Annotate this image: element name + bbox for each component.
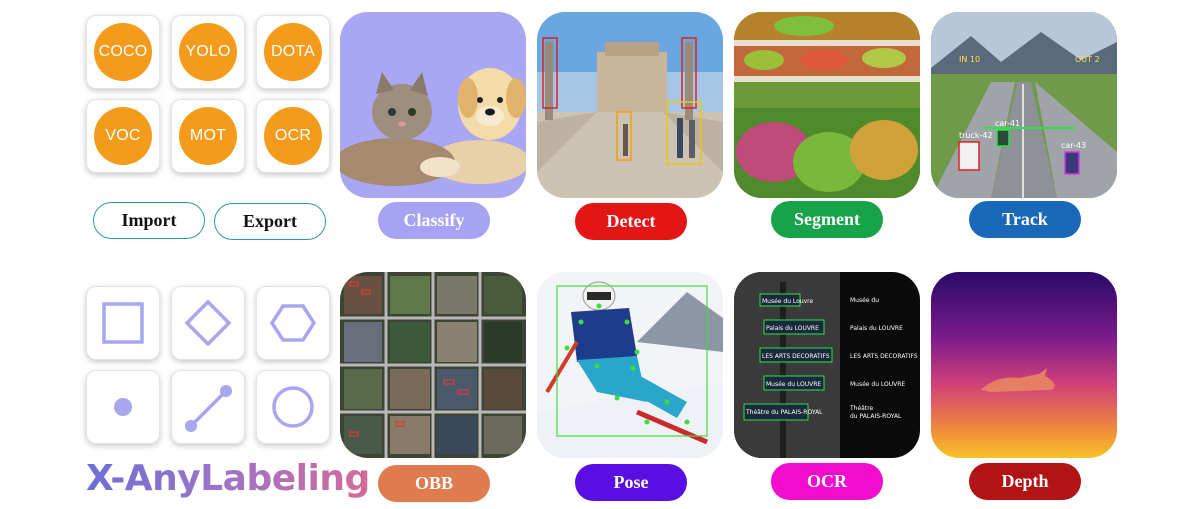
line-tool[interactable]	[171, 370, 245, 444]
ocr-sign: Palais du LOUVRE	[766, 325, 819, 332]
ocr-text: Théâtre	[849, 405, 874, 412]
rotation-tool[interactable]	[171, 286, 245, 360]
task-segment[interactable]: Segment	[771, 201, 883, 238]
in-count-label: IN 10	[959, 55, 980, 64]
format-tile-ocr[interactable]: OCR	[256, 99, 330, 173]
ocr-text: Musée du	[850, 297, 879, 304]
task-track[interactable]: Track	[969, 201, 1081, 238]
pose-image	[537, 272, 723, 458]
line-tool-icon	[185, 385, 232, 432]
format-tile-voc[interactable]: VOC	[86, 99, 160, 173]
format-label: OCR	[264, 107, 322, 165]
ocr-text: Musée du LOUVRE	[850, 381, 905, 388]
task-classify[interactable]: Classify	[378, 202, 490, 239]
format-tile-yolo[interactable]: YOLO	[171, 15, 245, 89]
ocr-image: Musée du Louvre Palais du LOUVRE LES ART…	[734, 272, 920, 458]
rectangle-tool[interactable]	[86, 286, 160, 360]
format-label: MOT	[179, 107, 237, 165]
format-label: YOLO	[179, 23, 237, 81]
obb-image	[340, 272, 526, 458]
task-detect[interactable]: Detect	[575, 203, 687, 240]
track-tag: truck-42	[959, 131, 993, 140]
ocr-sign: Musée du Louvre	[762, 298, 814, 305]
format-tile-mot[interactable]: MOT	[171, 99, 245, 173]
rotation-tool-icon	[184, 299, 232, 347]
ocr-text: Palais du LOUVRE	[850, 325, 903, 332]
polygon-tool-icon	[269, 304, 317, 342]
circle-tool-icon	[272, 386, 314, 428]
track-tag: car-41	[995, 119, 1020, 128]
out-count-label: OUT 2	[1075, 55, 1100, 64]
task-pose[interactable]: Pose	[575, 464, 687, 501]
export-button[interactable]: Export	[214, 203, 326, 240]
task-obb[interactable]: OBB	[378, 465, 490, 502]
ocr-text: du PALAIS-ROYAL	[850, 413, 902, 420]
format-label: VOC	[94, 107, 152, 165]
ocr-sign: LES ARTS DECORATIFS	[762, 353, 830, 360]
track-image: IN 10 OUT 2 truck-42 car-41 car-43	[931, 12, 1117, 198]
task-ocr[interactable]: OCR	[771, 463, 883, 500]
circle-tool[interactable]	[256, 370, 330, 444]
point-tool[interactable]	[86, 370, 160, 444]
segment-image	[734, 12, 920, 198]
task-depth[interactable]: Depth	[969, 463, 1081, 500]
format-tile-dota[interactable]: DOTA	[256, 15, 330, 89]
track-tag: car-43	[1061, 141, 1086, 150]
classify-image	[340, 12, 526, 198]
ocr-sign: Théâtre du PALAIS-ROYAL	[745, 409, 823, 416]
polygon-tool[interactable]	[256, 286, 330, 360]
format-label: COCO	[94, 23, 152, 81]
rectangle-tool-icon	[102, 302, 144, 344]
point-tool-icon	[114, 398, 132, 416]
ocr-sign: Musée du LOUVRE	[766, 381, 821, 388]
format-tile-coco[interactable]: COCO	[86, 15, 160, 89]
detect-image	[537, 12, 723, 198]
ocr-text: LES ARTS DECORATIFS	[850, 353, 918, 360]
import-button[interactable]: Import	[93, 202, 205, 239]
brand-logo: X-AnyLabeling	[86, 458, 370, 499]
depth-image	[931, 272, 1117, 458]
format-label: DOTA	[264, 23, 322, 81]
